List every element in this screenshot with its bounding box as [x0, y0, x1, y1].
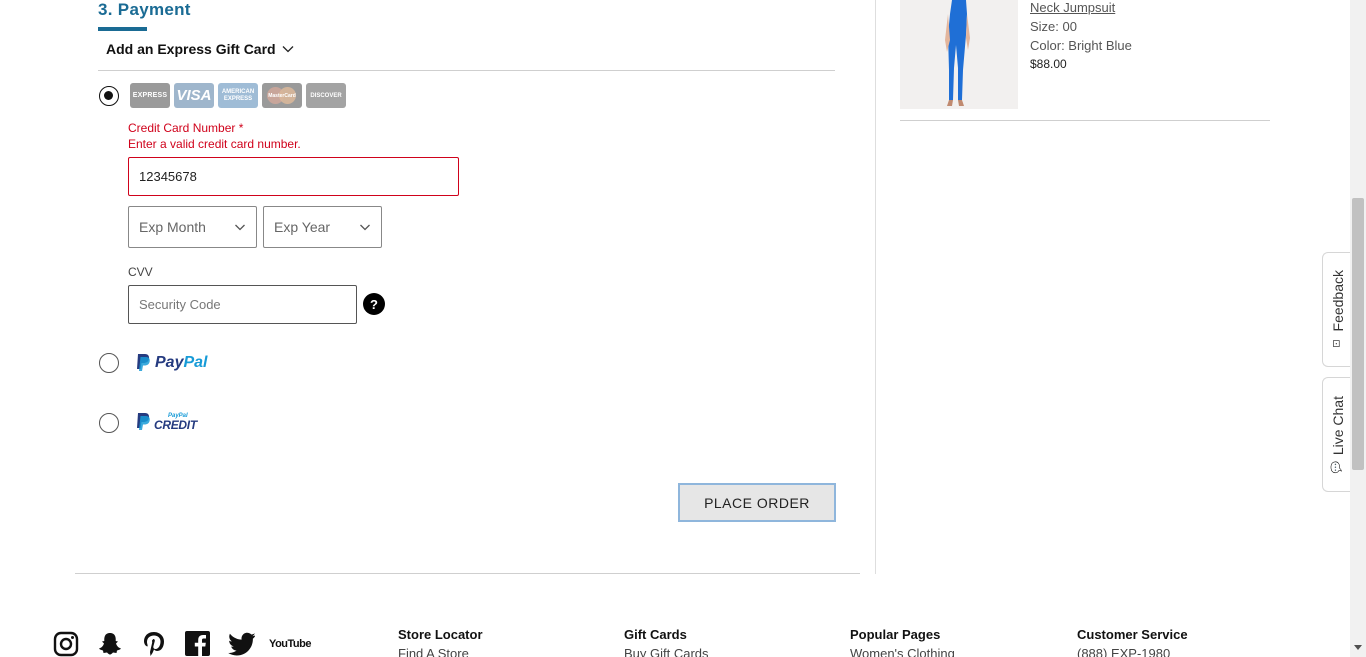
amex-logo: AMERICAN EXPRESS	[218, 83, 258, 108]
footer-link[interactable]: (888) EXP-1980	[1077, 646, 1188, 657]
card-logos: EXPRESS VISA AMERICAN EXPRESS MasterCard…	[130, 83, 346, 108]
chevron-down-icon	[235, 224, 245, 231]
mastercard-logo: MasterCard	[262, 83, 302, 108]
credit-card-number-label: Credit Card Number *	[128, 121, 244, 135]
cvv-placeholder: Security Code	[139, 297, 221, 312]
credit-card-radio[interactable]	[99, 86, 119, 106]
product-color: Color: Bright Blue	[1030, 38, 1132, 53]
column-divider	[875, 0, 876, 574]
footer-heading: Popular Pages	[850, 627, 941, 642]
divider	[98, 70, 835, 71]
product-price: $88.00	[1030, 57, 1067, 71]
paypal-icon	[137, 354, 150, 371]
footer-heading: Gift Cards	[624, 627, 687, 642]
place-order-button[interactable]: PLACE ORDER	[678, 483, 836, 522]
payment-section-title: 3. Payment	[98, 0, 191, 19]
divider	[900, 120, 1270, 121]
scroll-down-arrow[interactable]	[1354, 645, 1362, 650]
paypal-text-pal: Pal	[183, 353, 208, 371]
exp-month-select[interactable]: Exp Month	[128, 206, 257, 248]
pinterest-icon[interactable]	[140, 630, 167, 657]
chevron-down-icon	[360, 224, 370, 231]
paypal-radio[interactable]	[99, 353, 119, 373]
product-name-link[interactable]: Neck Jumpsuit	[1030, 0, 1115, 15]
feedback-icon: ⊡	[1331, 339, 1343, 348]
cvv-help-icon[interactable]: ?	[363, 293, 385, 315]
jumpsuit-image	[900, 0, 1018, 109]
add-gift-card-toggle[interactable]: Add an Express Gift Card	[106, 41, 294, 57]
divider	[75, 573, 860, 574]
express-card-logo: EXPRESS	[130, 83, 170, 108]
feedback-label: Feedback	[1329, 270, 1346, 332]
discover-logo: DISCOVER	[306, 83, 346, 108]
social-links: YouTube	[52, 630, 311, 657]
instagram-icon[interactable]	[52, 630, 79, 657]
footer-link[interactable]: Women's Clothing	[850, 646, 955, 657]
paypal-credit-logo: PayPal CREDIT	[135, 412, 197, 431]
paypal-logo: PayPal	[135, 353, 207, 372]
twitter-icon[interactable]	[228, 630, 255, 657]
paypal-credit-radio[interactable]	[99, 413, 119, 433]
chevron-down-icon	[282, 46, 294, 53]
credit-card-error: Enter a valid credit card number.	[128, 137, 301, 151]
facebook-icon[interactable]	[184, 630, 211, 657]
feedback-tab[interactable]: Feedback ⊡	[1322, 252, 1352, 367]
footer-column-store-locator: Store Locator Find A Store	[398, 627, 483, 657]
footer-link[interactable]: Find A Store	[398, 646, 483, 657]
exp-year-select[interactable]: Exp Year	[263, 206, 382, 248]
section-underline	[98, 27, 147, 31]
youtube-label: YouTube	[269, 637, 311, 650]
chat-icon: 💬	[1331, 460, 1343, 474]
exp-year-placeholder: Exp Year	[274, 219, 331, 235]
credit-card-number-input[interactable]: 12345678	[128, 157, 459, 196]
paypal-text-pay: Pay	[155, 353, 184, 371]
mastercard-label: MasterCard	[268, 92, 296, 99]
product-image[interactable]	[900, 0, 1018, 109]
footer-column-customer-service: Customer Service (888) EXP-1980	[1077, 627, 1188, 657]
gift-card-label: Add an Express Gift Card	[106, 41, 276, 57]
footer-column-gift-cards: Gift Cards Buy Gift Cards	[624, 627, 709, 657]
paypal-icon	[137, 413, 150, 430]
cvv-label: CVV	[128, 265, 153, 279]
footer-heading: Store Locator	[398, 627, 483, 642]
product-size: Size: 00	[1030, 19, 1077, 34]
cvv-input[interactable]: Security Code	[128, 285, 357, 324]
footer-column-popular-pages: Popular Pages Women's Clothing	[850, 627, 955, 657]
paypal-credit-text: CREDIT	[154, 417, 197, 432]
credit-card-value: 12345678	[139, 169, 197, 184]
footer-link[interactable]: Buy Gift Cards	[624, 646, 709, 657]
live-chat-tab[interactable]: Live Chat 💬	[1322, 377, 1352, 492]
snapchat-icon[interactable]	[96, 630, 123, 657]
exp-month-placeholder: Exp Month	[139, 219, 206, 235]
youtube-icon[interactable]: YouTube	[269, 630, 311, 657]
live-chat-label: Live Chat	[1329, 396, 1346, 456]
scrollbar-thumb[interactable]	[1352, 198, 1364, 470]
footer-heading: Customer Service	[1077, 627, 1188, 642]
visa-logo: VISA	[174, 83, 214, 108]
